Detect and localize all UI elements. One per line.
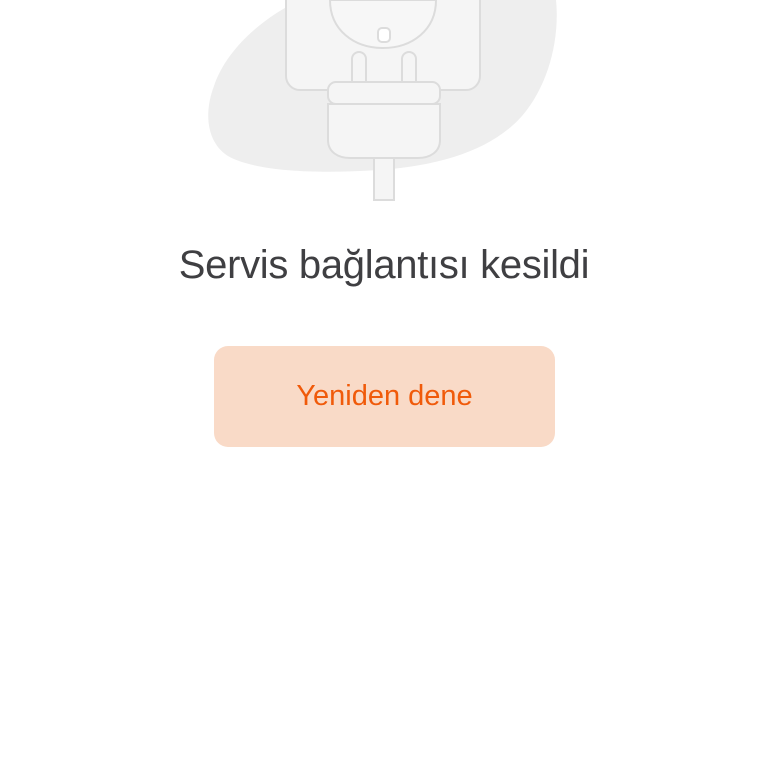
retry-button-label: Yeniden dene	[296, 380, 473, 412]
error-message: Servis bağlantısı kesildi	[178, 243, 590, 287]
socket-ground-pin	[377, 27, 391, 43]
plug-body	[327, 103, 441, 159]
plug-cable	[373, 157, 395, 201]
unplugged-power-plug-icon	[208, 0, 557, 201]
error-screen: Servis bağlantısı kesildi Yeniden dene	[0, 0, 768, 768]
retry-button[interactable]: Yeniden dene	[214, 346, 555, 447]
plug-base	[327, 81, 441, 105]
